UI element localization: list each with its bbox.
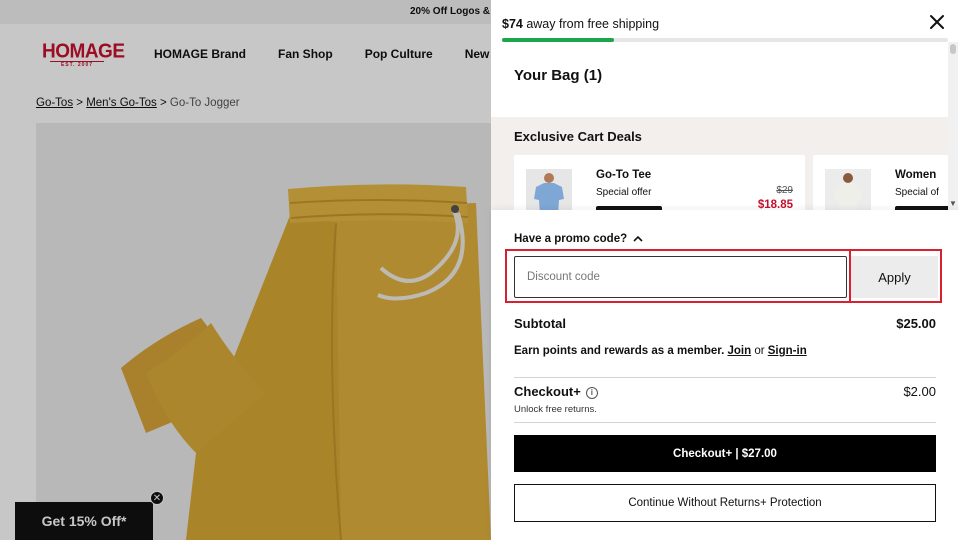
deal-card-go-to-tee[interactable]: Go-To Tee Special offer $29 $18.85 xyxy=(514,155,805,210)
cart-scrollbar[interactable]: ▼ xyxy=(948,42,958,210)
join-link[interactable]: Join xyxy=(727,345,751,357)
subtotal-label: Subtotal xyxy=(514,316,566,331)
deal-old-price: $29 xyxy=(776,185,793,196)
cart-drawer: $74 away from free shipping ▼ Your Bag (… xyxy=(491,0,960,540)
deal-new-price: $18.85 xyxy=(757,199,793,210)
continue-without-protection-button[interactable]: Continue Without Returns+ Protection xyxy=(514,484,936,522)
tee-image xyxy=(526,169,572,210)
checkout-plus-price: $2.00 xyxy=(903,384,936,399)
checkout-plus-note: Unlock free returns. xyxy=(514,404,597,415)
divider xyxy=(514,377,936,378)
checkout-plus-label-wrap: Checkout+ i xyxy=(514,384,598,399)
bag-title: Your Bag (1) xyxy=(514,67,603,84)
discount-code-input[interactable] xyxy=(514,256,847,298)
promo-toggle-label: Have a promo code? xyxy=(514,233,628,245)
cart-summary: Have a promo code? Apply Subtotal $25.00… xyxy=(491,210,960,540)
member-or: or xyxy=(754,345,765,357)
deal-card-women[interactable]: Women Special of xyxy=(813,155,948,210)
shipping-amount: $74 xyxy=(502,17,523,31)
deals-title: Exclusive Cart Deals xyxy=(514,129,642,144)
member-text: Earn points and rewards as a member. xyxy=(514,345,725,357)
checkout-plus-button[interactable]: Checkout+ | $27.00 xyxy=(514,435,936,472)
deal-name: Go-To Tee xyxy=(596,169,652,181)
cart-deals-section: Exclusive Cart Deals Go-To Tee Special o… xyxy=(491,117,948,210)
chevron-up-icon xyxy=(633,235,643,242)
cart-backdrop[interactable] xyxy=(0,0,491,540)
deal-offer: Special offer xyxy=(596,187,652,198)
deal-thumbnail xyxy=(526,169,572,210)
checkout-plus-label: Checkout+ xyxy=(514,384,581,399)
deal-name: Women xyxy=(895,169,937,181)
apply-button[interactable]: Apply xyxy=(851,256,938,298)
close-icon xyxy=(930,15,944,29)
close-cart-button[interactable] xyxy=(927,12,947,32)
deal-thumbnail xyxy=(825,169,871,210)
checkout-plus-row: Checkout+ i $2.00 xyxy=(514,384,936,399)
scrollbar-thumb[interactable] xyxy=(950,44,956,54)
scroll-down-arrow-icon[interactable]: ▼ xyxy=(949,199,957,208)
info-icon[interactable]: i xyxy=(585,386,598,399)
womens-tee-image xyxy=(825,169,871,210)
subtotal-value: $25.00 xyxy=(896,316,936,331)
shipping-text: away from free shipping xyxy=(522,17,660,31)
deal-offer: Special of xyxy=(895,187,939,198)
shipping-progress-bar xyxy=(502,38,948,42)
promo-code-toggle[interactable]: Have a promo code? xyxy=(514,233,643,245)
subtotal-row: Subtotal $25.00 xyxy=(514,316,936,331)
member-rewards-text: Earn points and rewards as a member. Joi… xyxy=(514,345,807,357)
divider xyxy=(514,422,936,423)
free-shipping-message: $74 away from free shipping xyxy=(502,17,659,31)
signin-link[interactable]: Sign-in xyxy=(768,345,807,357)
shipping-progress-fill xyxy=(502,38,614,42)
